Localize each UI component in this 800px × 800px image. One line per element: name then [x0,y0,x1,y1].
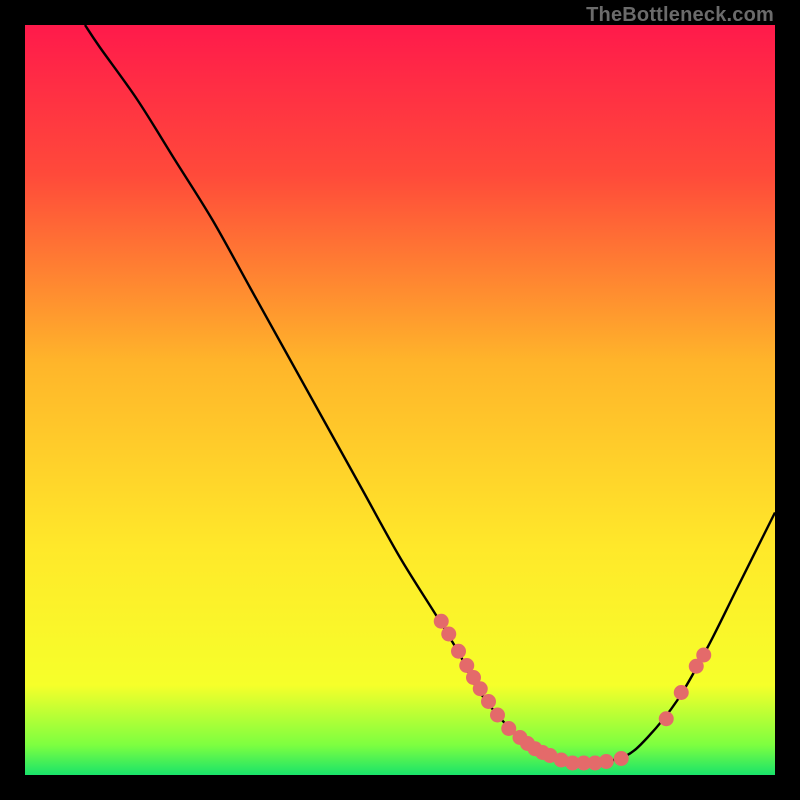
data-marker [473,681,488,696]
data-marker [659,711,674,726]
data-marker [614,751,629,766]
bottleneck-chart [25,25,775,775]
data-marker [451,644,466,659]
data-marker [481,694,496,709]
data-marker [674,685,689,700]
data-marker [599,754,614,769]
data-marker [434,614,449,629]
data-marker [441,627,456,642]
data-marker [696,648,711,663]
data-marker [490,708,505,723]
chart-frame [25,25,775,775]
gradient-background [25,25,775,775]
watermark-text: TheBottleneck.com [586,4,774,27]
